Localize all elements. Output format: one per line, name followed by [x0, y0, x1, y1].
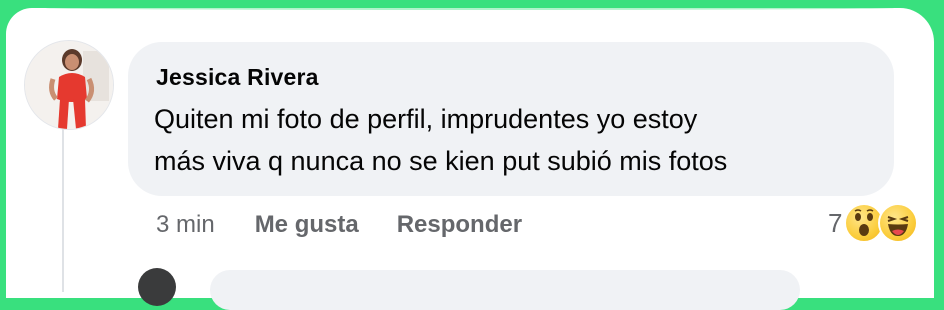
like-button[interactable]: Me gusta: [255, 211, 359, 239]
comment-actions: 3 min Me gusta Responder: [156, 208, 560, 242]
panel-edge: [46, 6, 894, 10]
avatar[interactable]: [24, 40, 114, 130]
next-reply-bubble: [210, 270, 800, 310]
reply-button[interactable]: Responder: [397, 211, 522, 239]
reply-thread-line: [62, 122, 64, 292]
comment-timestamp[interactable]: 3 min: [156, 211, 215, 239]
reactions-summary[interactable]: 7: [828, 201, 919, 245]
avatar-photo: [25, 41, 113, 129]
comment-text: Quiten mi foto de perfil, imprudentes yo…: [154, 104, 728, 176]
reaction-icons: [844, 203, 919, 243]
next-reply-avatar[interactable]: [138, 268, 176, 306]
haha-emoji-icon: [878, 203, 919, 243]
comment-bubble: Jessica Rivera Quiten mi foto de perfil,…: [128, 42, 894, 196]
reaction-count: 7: [828, 207, 843, 238]
comment-author[interactable]: Jessica Rivera: [156, 64, 319, 91]
